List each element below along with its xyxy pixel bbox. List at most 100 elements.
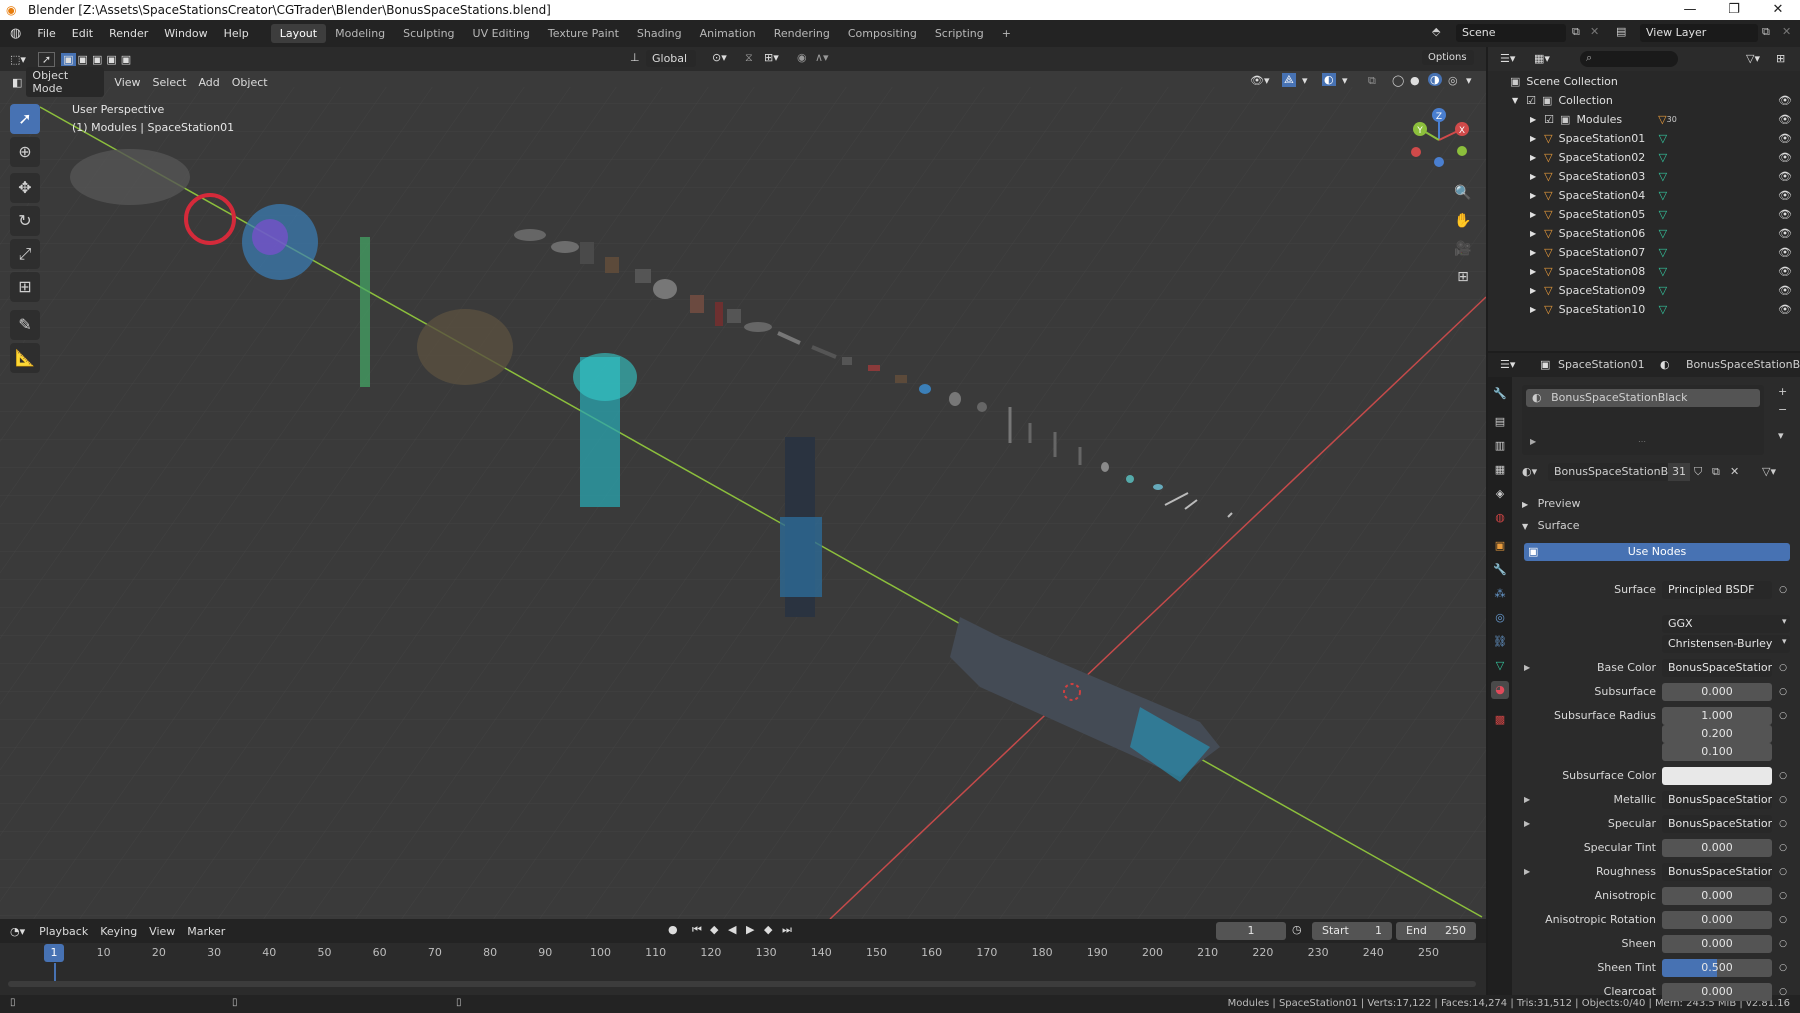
slot-menu-icon[interactable]: ▾ <box>1778 429 1784 442</box>
expand-object-icon[interactable]: ▶ <box>1530 248 1536 257</box>
new-view-layer-icon[interactable]: ⧉ <box>1762 25 1770 39</box>
select-tool-icon[interactable]: ➚ <box>37 51 56 67</box>
mesh-data-icon[interactable]: ▽ <box>1659 189 1667 202</box>
play-reverse-icon[interactable]: ◀ <box>728 923 736 936</box>
shading-wireframe-icon[interactable]: ◯ <box>1392 74 1404 87</box>
end-frame-field[interactable]: End 250 <box>1396 922 1476 940</box>
object-visibility-eye-icon[interactable]: 👁 <box>1778 132 1792 145</box>
object-visibility-eye-icon[interactable]: 👁 <box>1778 208 1792 221</box>
object-visibility-eye-icon[interactable]: 👁 <box>1778 284 1792 297</box>
material-slot-list[interactable]: ◐ BonusSpaceStationBlack ▶ ⋯ <box>1522 385 1764 455</box>
property-value-field[interactable]: 0.000 <box>1662 983 1772 1001</box>
outliner-editor-type-icon[interactable]: ☰▾ <box>1500 52 1515 65</box>
expand-object-icon[interactable]: ▶ <box>1530 305 1536 314</box>
tab-animation[interactable]: Animation <box>691 24 765 43</box>
tab-layout[interactable]: Layout <box>270 24 327 43</box>
prev-keyframe-icon[interactable]: ◆ <box>710 923 718 936</box>
shading-rendered-icon[interactable]: ◎ <box>1448 74 1458 87</box>
property-value-field[interactable]: 0.000 <box>1662 683 1772 701</box>
mesh-data-icon[interactable]: ▽ <box>1659 284 1667 297</box>
property-value-field[interactable] <box>1662 767 1772 785</box>
select-mode-invert-icon[interactable]: ▣ <box>104 53 118 66</box>
delete-view-layer-icon[interactable]: ✕ <box>1782 25 1791 38</box>
outliner-object-row[interactable]: ▶ ▽ SpaceStation01 ▽ 👁 <box>1488 129 1800 148</box>
timeline-ruler[interactable]: 1 10 20 30 40 50 60 70 80 90 100 110 120 130 140 150 160… <box>0 943 1486 963</box>
menu-object[interactable]: Object <box>226 74 274 91</box>
mesh-data-icon[interactable]: ▽ <box>1659 132 1667 145</box>
play-icon[interactable]: ▶ <box>746 923 754 936</box>
output-tab-icon[interactable]: ▥ <box>1491 437 1509 455</box>
expand-modules-icon[interactable]: ▶ <box>1530 115 1536 124</box>
select-mode-intersect-icon[interactable]: ▣ <box>119 53 133 66</box>
close-button[interactable]: ✕ <box>1756 0 1800 20</box>
tab-scripting[interactable]: Scripting <box>926 24 993 43</box>
list-expand-icon[interactable]: ▶ <box>1530 437 1536 446</box>
outliner-object-row[interactable]: ▶ ▽ SpaceStation10 ▽ 👁 <box>1488 300 1800 319</box>
object-tab-icon[interactable]: ▣ <box>1491 537 1509 555</box>
fake-user-icon[interactable]: ⛉ <box>1694 465 1702 479</box>
property-value-field[interactable]: 0.000 <box>1662 935 1772 953</box>
outliner-object-row[interactable]: ▶ ▽ SpaceStation03 ▽ 👁 <box>1488 167 1800 186</box>
object-visibility-eye-icon[interactable]: 👁 <box>1778 151 1792 164</box>
gizmo-dropdown-icon[interactable]: ▾ <box>1302 74 1308 87</box>
jump-end-icon[interactable]: ⏭ <box>782 923 792 937</box>
modules-row[interactable]: ▶ ☑ ▣ Modules ▽ 30 👁 <box>1488 110 1800 129</box>
pan-hand-icon[interactable]: ✋ <box>1450 208 1476 234</box>
property-value-field[interactable]: 0.100 <box>1662 743 1772 761</box>
property-value-field[interactable]: GGX <box>1662 615 1790 633</box>
socket-link-icon[interactable]: ○ <box>1778 767 1788 785</box>
timeline-scrollbar[interactable] <box>8 981 1476 987</box>
editor-type-icon[interactable]: ⬚▾ <box>0 53 32 66</box>
mesh-data-icon[interactable]: ▽ <box>1659 170 1667 183</box>
expand-object-icon[interactable]: ▶ <box>1530 172 1536 181</box>
outliner-search-input[interactable]: ⌕ <box>1580 51 1678 67</box>
expand-object-icon[interactable]: ▶ <box>1530 210 1536 219</box>
measure-tool-icon[interactable]: 📐 <box>10 343 40 373</box>
expand-object-icon[interactable]: ▶ <box>1530 286 1536 295</box>
move-tool-icon[interactable]: ✥ <box>10 173 40 203</box>
socket-link-icon[interactable]: ○ <box>1778 683 1788 701</box>
object-visibility-eye-icon[interactable]: 👁 <box>1778 170 1792 183</box>
expand-object-icon[interactable]: ▶ <box>1530 153 1536 162</box>
proportional-edit-icon[interactable]: ◉ <box>797 51 807 64</box>
menu-file[interactable]: File <box>29 27 63 40</box>
expand-object-icon[interactable]: ▶ <box>1530 191 1536 200</box>
delete-scene-icon[interactable]: ✕ <box>1590 25 1599 38</box>
socket-link-icon[interactable]: ○ <box>1778 887 1788 905</box>
socket-link-icon[interactable]: ○ <box>1778 815 1788 833</box>
add-workspace-button[interactable]: + <box>993 24 1020 43</box>
property-value-field[interactable]: 0.500 <box>1662 959 1772 977</box>
display-mode-icon[interactable]: ▦▾ <box>1534 52 1550 65</box>
view-layer-icon[interactable]: ▤ <box>1616 25 1626 38</box>
duplicate-material-icon[interactable]: ⧉ <box>1712 465 1720 479</box>
shading-material-icon[interactable]: ◑ <box>1428 73 1442 86</box>
socket-link-icon[interactable]: ○ <box>1778 581 1788 599</box>
options-dropdown[interactable]: Options <box>1422 50 1474 65</box>
expand-object-icon[interactable]: ▶ <box>1530 267 1536 276</box>
property-value-field[interactable]: BonusSpaceStations... <box>1662 815 1772 833</box>
collection-checkbox[interactable]: ☑ <box>1526 94 1536 107</box>
select-mode-extend-icon[interactable]: ▣ <box>76 53 90 66</box>
pivot-icon[interactable]: ⊙▾ <box>712 51 727 64</box>
menu-keying[interactable]: Keying <box>94 923 143 940</box>
menu-window[interactable]: Window <box>156 27 215 40</box>
xray-toggle-icon[interactable]: ⧉ <box>1368 74 1376 88</box>
viewport-scene[interactable] <box>0 47 1486 919</box>
menu-render[interactable]: Render <box>101 27 156 40</box>
material-name-field[interactable]: BonusSpaceStationBl... <box>1548 463 1668 481</box>
menu-marker[interactable]: Marker <box>181 923 231 940</box>
outliner-editor[interactable]: ☰▾ ▦▾ ⌕ ▽▾ ⊞ ▣ Scene Collection ▼ ☑ ▣ Co… <box>1488 47 1800 351</box>
orientation-dropdown[interactable]: Global <box>646 50 696 67</box>
ortho-toggle-icon[interactable]: ⊞ <box>1450 264 1476 290</box>
tab-modeling[interactable]: Modeling <box>326 24 394 43</box>
property-value-field[interactable]: 0.000 <box>1662 911 1772 929</box>
property-value-field[interactable]: Principled BSDF <box>1662 581 1772 599</box>
expand-object-icon[interactable]: ▶ <box>1530 134 1536 143</box>
socket-link-icon[interactable]: ○ <box>1778 707 1788 725</box>
filter-icon[interactable]: ▽▾ <box>1746 52 1760 65</box>
select-mode-new-icon[interactable]: ▣ <box>61 52 76 66</box>
expand-collection-icon[interactable]: ▼ <box>1512 96 1518 105</box>
object-visibility-eye-icon[interactable]: 👁 <box>1778 265 1792 278</box>
record-icon[interactable]: ● <box>668 923 678 936</box>
mesh-data-icon[interactable]: ▽ <box>1659 208 1667 221</box>
